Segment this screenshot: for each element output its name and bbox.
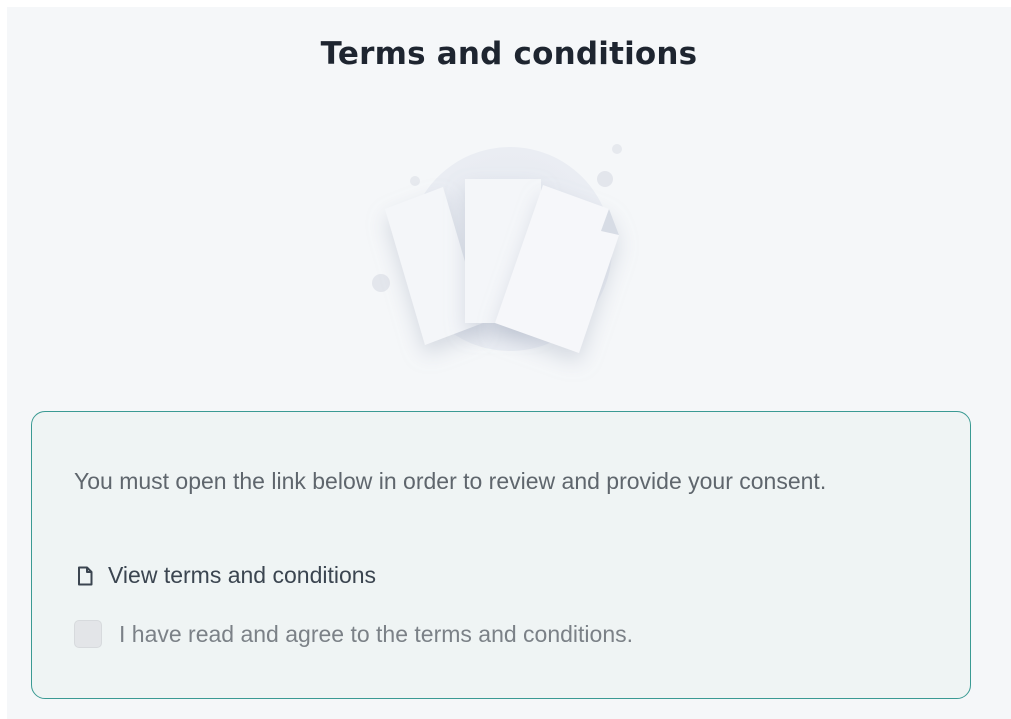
document-icon bbox=[74, 565, 96, 587]
page-title: Terms and conditions bbox=[320, 36, 698, 72]
agree-checkbox-label: I have read and agree to the terms and c… bbox=[119, 620, 633, 647]
terms-page: Terms and conditions You must open the l… bbox=[7, 7, 1011, 719]
agree-row[interactable]: I have read and agree to the terms and c… bbox=[74, 620, 633, 648]
documents-illustration-icon bbox=[347, 127, 647, 387]
consent-message: You must open the link below in order to… bbox=[74, 468, 827, 494]
view-terms-link[interactable]: View terms and conditions bbox=[74, 562, 376, 589]
consent-card: You must open the link below in order to… bbox=[31, 411, 971, 699]
agree-checkbox[interactable] bbox=[74, 620, 102, 648]
view-terms-link-label: View terms and conditions bbox=[108, 562, 377, 588]
